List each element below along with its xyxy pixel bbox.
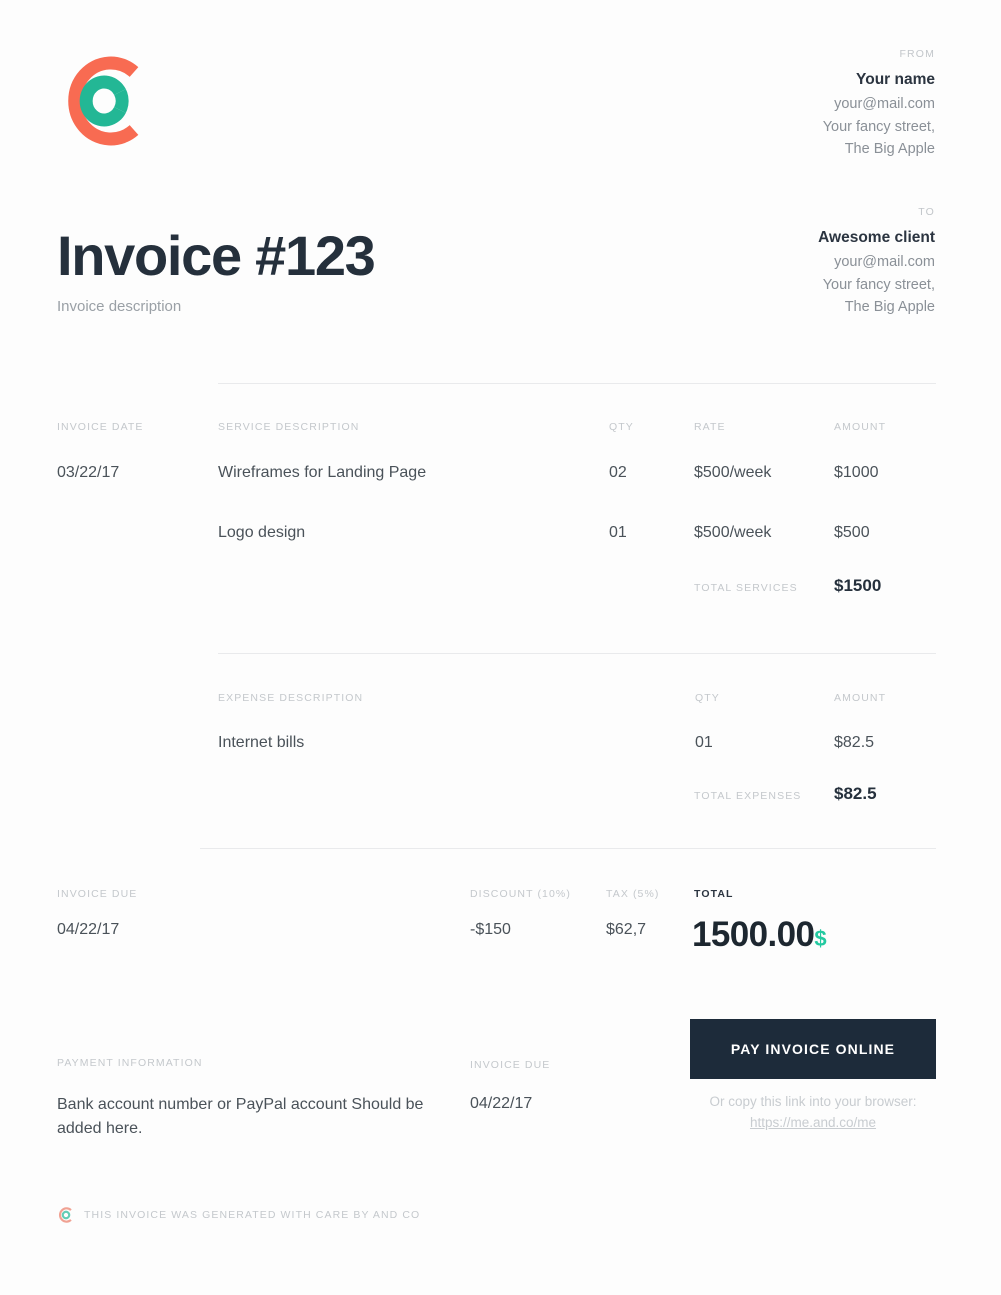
label-total-services: TOTAL SERVICES (694, 582, 798, 594)
table-row: $500/week (694, 524, 772, 541)
and-co-circle-logo-icon (58, 52, 154, 150)
label-service-qty: QTY (609, 421, 634, 433)
table-row: Logo design (218, 524, 306, 541)
label-total: TOTAL (694, 888, 734, 900)
from-email: your@mail.com (834, 96, 935, 113)
label-payment-information: PAYMENT INFORMATION (57, 1057, 203, 1069)
and-co-circle-logo-small-icon (57, 1206, 75, 1224)
value-discount: -$150 (470, 921, 511, 938)
from-city: The Big Apple (844, 141, 935, 158)
value-invoice-due: 04/22/17 (57, 921, 120, 938)
from-kicker: FROM (899, 48, 935, 60)
value-tax: $62,7 (606, 921, 647, 938)
pay-invoice-online-button[interactable]: PAY INVOICE ONLINE (690, 1019, 936, 1079)
invoice-page: FROM Your name your@mail.com Your fancy … (0, 0, 1001, 1295)
table-row: 01 (695, 734, 713, 751)
to-name: Awesome client (818, 229, 935, 246)
label-expense-description: EXPENSE DESCRIPTION (218, 692, 364, 704)
to-email: your@mail.com (834, 254, 935, 271)
pay-invoice-link[interactable]: https://me.and.co/me (750, 1115, 876, 1130)
divider-services-top (218, 383, 936, 384)
value-total-expenses: $82.5 (834, 784, 877, 803)
grand-total-amount: 1500.00$ (692, 915, 827, 954)
to-kicker: TO (918, 206, 935, 218)
label-expense-qty: QTY (695, 692, 720, 704)
label-expense-amount: AMOUNT (834, 692, 887, 704)
footer: THIS INVOICE WAS GENERATED WITH CARE BY … (57, 1206, 420, 1224)
table-row: $82.5 (834, 734, 875, 751)
label-service-description: SERVICE DESCRIPTION (218, 421, 360, 433)
from-address-block: FROM Your name your@mail.com Your fancy … (823, 48, 935, 161)
divider-summary-top (200, 848, 936, 849)
value-invoice-due-footer: 04/22/17 (470, 1095, 533, 1112)
from-street: Your fancy street, (822, 118, 935, 135)
table-row: 01 (609, 524, 627, 541)
from-name: Your name (856, 71, 935, 88)
pay-invoice-link-note: Or copy this link into your browser: htt… (690, 1092, 936, 1134)
to-city: The Big Apple (844, 299, 935, 316)
grand-total-number: 1500.00 (692, 915, 815, 954)
label-discount: DISCOUNT (10%) (470, 888, 571, 900)
table-row: Wireframes for Landing Page (218, 464, 427, 481)
table-row: $500/week (694, 464, 772, 481)
footer-text: THIS INVOICE WAS GENERATED WITH CARE BY … (84, 1209, 421, 1221)
value-total-services: $1500 (834, 576, 882, 595)
value-invoice-date: 03/22/17 (57, 464, 120, 481)
label-service-amount: AMOUNT (834, 421, 887, 433)
payment-information-text: Bank account number or PayPal account Sh… (57, 1096, 424, 1138)
to-street: Your fancy street, (822, 276, 935, 293)
invoice-description: Invoice description (57, 298, 182, 315)
label-service-rate: RATE (694, 421, 726, 433)
label-invoice-due: INVOICE DUE (57, 888, 138, 900)
label-total-expenses: TOTAL EXPENSES (694, 790, 802, 802)
divider-expenses-top (218, 653, 936, 654)
to-address-block: TO Awesome client your@mail.com Your fan… (818, 206, 935, 319)
grand-total-currency: $ (814, 926, 826, 951)
table-row: $500 (834, 524, 870, 541)
page-title: Invoice #123 (57, 224, 376, 287)
label-invoice-due-footer: INVOICE DUE (470, 1059, 551, 1071)
table-row: 02 (609, 464, 627, 481)
label-invoice-date: INVOICE DATE (57, 421, 144, 433)
pay-note-prefix: Or copy this link into your browser: (709, 1094, 917, 1109)
table-row: $1000 (834, 464, 879, 481)
label-tax: TAX (5%) (606, 888, 660, 900)
invoice-title-block: Invoice #123 Invoice description (57, 224, 376, 316)
table-row: Internet bills (218, 734, 305, 751)
